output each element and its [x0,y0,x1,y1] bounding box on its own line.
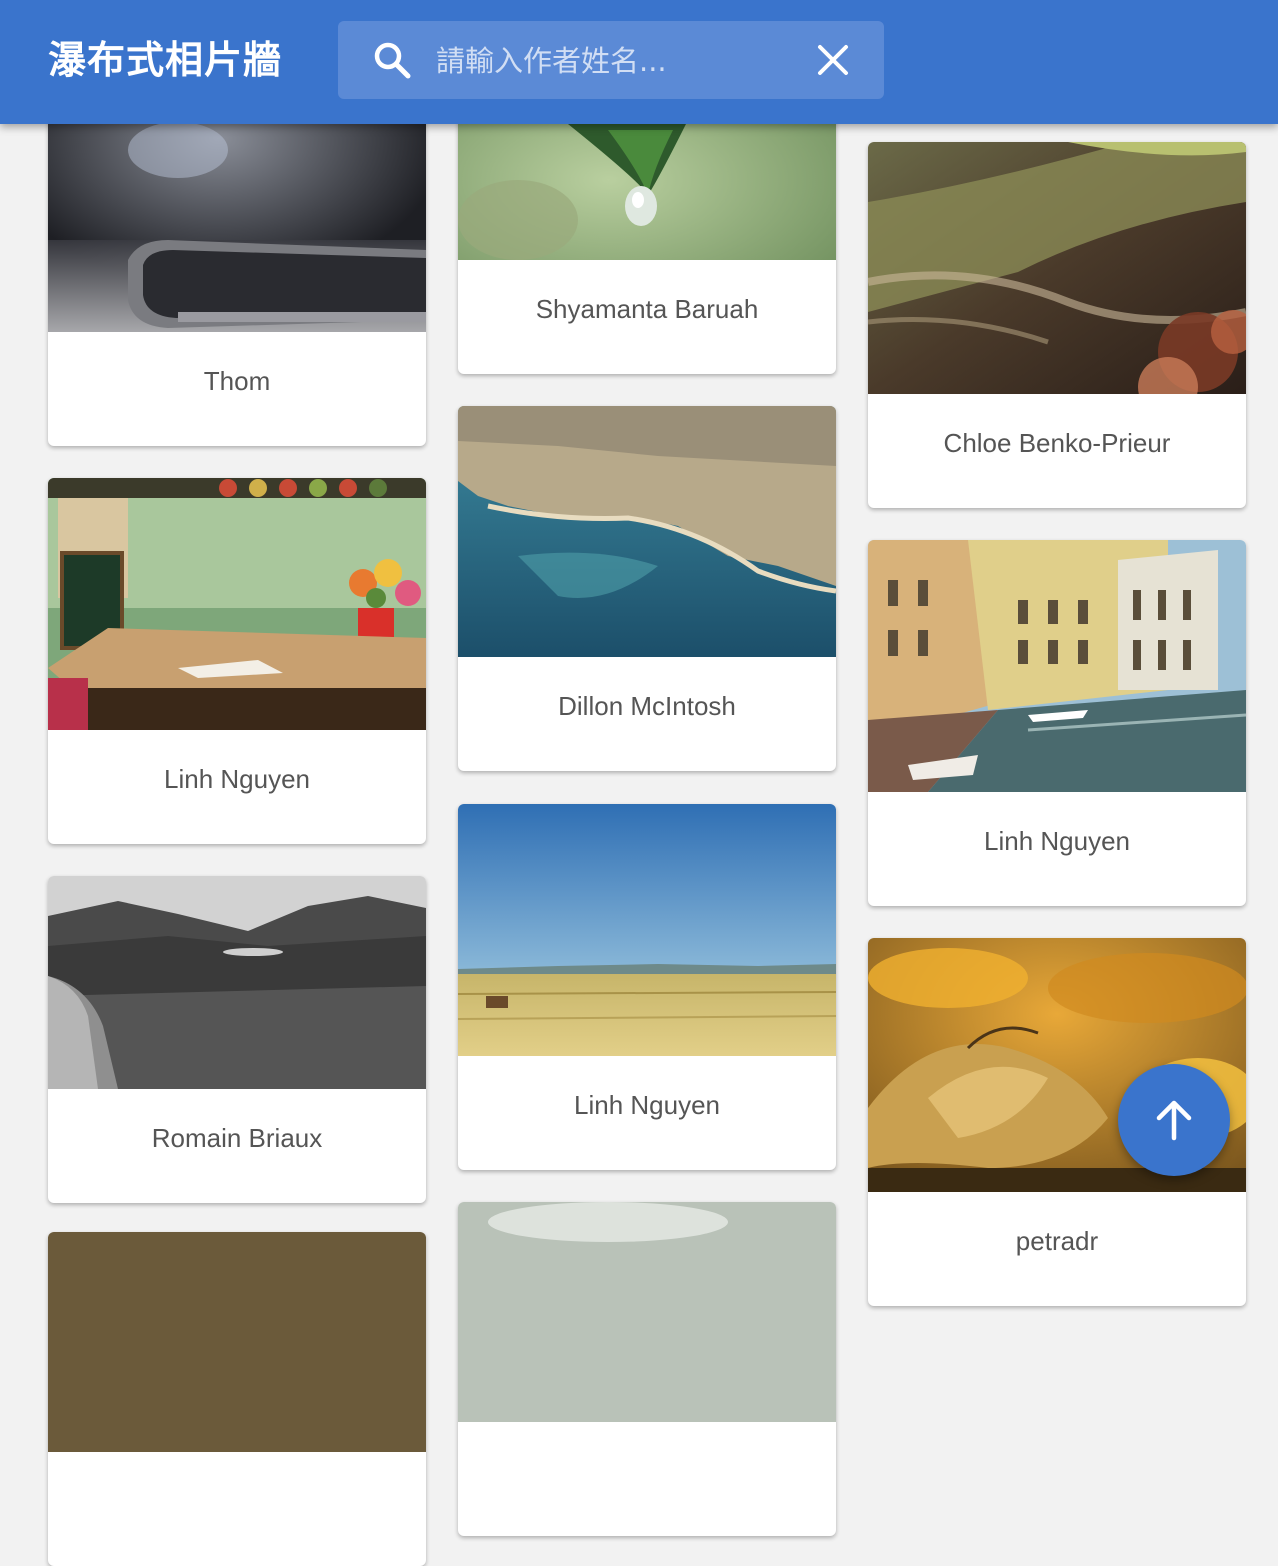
search-input[interactable] [434,37,798,85]
photo-card[interactable]: Thom [48,90,426,446]
photo-author: Linh Nguyen [984,826,1130,856]
photo-author: Shyamanta Baruah [535,294,759,324]
photo-card[interactable] [48,1232,426,1566]
search-icon [374,42,411,79]
photo-card[interactable] [458,1202,836,1536]
photo-author: Thom [203,366,271,396]
search-bar[interactable] [338,21,884,99]
page-title: 瀑布式相片牆 [48,38,283,82]
photo-card[interactable]: Chloe Benko-Prieur [868,142,1246,508]
photo-author: petradr [1015,1226,1099,1256]
photo-card[interactable]: Linh Nguyen [868,540,1246,906]
photo-image [458,406,836,657]
photo-image [48,478,426,730]
photo-image [48,1232,426,1452]
photo-image [868,540,1246,792]
photo-image [868,142,1246,394]
photo-card[interactable]: Linh Nguyen [458,804,836,1170]
photo-author: Romain Briaux [151,1123,323,1153]
arrow-up-icon [1156,1100,1192,1141]
photo-card[interactable]: Linh Nguyen [48,478,426,844]
photo-author [48,1452,426,1566]
photo-card[interactable]: Dillon McIntosh [458,406,836,771]
photo-card[interactable]: Romain Briaux [48,876,426,1203]
photo-image [48,90,426,332]
app-bar: 瀑布式相片牆 [0,0,1278,124]
photo-author: Linh Nguyen [164,764,310,794]
photo-author: Linh Nguyen [574,1090,720,1120]
scroll-to-top-button[interactable] [1118,1064,1230,1176]
photo-image [48,876,426,1089]
photo-author: Dillon McIntosh [558,691,736,721]
close-icon[interactable] [816,43,850,77]
photo-image [458,804,836,1056]
photo-image [458,1202,836,1422]
photo-author [458,1422,836,1536]
photo-author: Chloe Benko-Prieur [943,428,1171,458]
